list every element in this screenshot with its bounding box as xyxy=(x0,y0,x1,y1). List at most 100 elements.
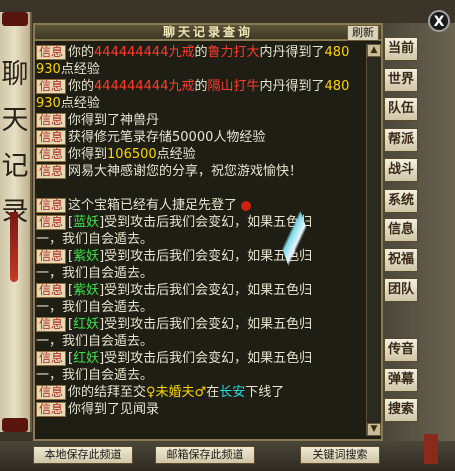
scroll-title: 聊天记录 xyxy=(1,59,29,228)
log-text: ]受到攻击后我们会变幻，如果五色归 xyxy=(99,283,313,298)
log-text: 紫妖 xyxy=(73,249,100,264)
log-text: 紫妖 xyxy=(73,283,100,298)
info-tag[interactable]: 信息 xyxy=(36,198,67,213)
chat-scrollbar[interactable]: ▲ ▼ xyxy=(366,44,381,436)
log-entry-continued: 一，我们自会遁去。 xyxy=(36,231,366,248)
log-entry: 信息 你得到106500点经验 xyxy=(36,146,366,163)
log-text: 480 xyxy=(324,79,350,94)
side-scroll-decoration: 聊天记录 xyxy=(0,12,32,432)
log-text: 一，我们自会遁去。 xyxy=(36,232,154,247)
log-text: 480 xyxy=(324,45,350,60)
log-entry: 信息 你的结拜至交♀未婚夫♂在长安下线了 xyxy=(36,384,366,401)
info-tag[interactable]: 信息 xyxy=(36,45,67,60)
log-entry: 信息 [红妖]受到攻击后我们会变幻，如果五色归 xyxy=(36,350,366,367)
info-tag[interactable]: 信息 xyxy=(36,147,67,162)
log-text: 的 xyxy=(194,45,208,60)
log-text: 长安 xyxy=(219,385,246,400)
keyword-search-button[interactable]: 关键词搜索 xyxy=(300,446,380,464)
log-text: 444444444九戒 xyxy=(94,45,195,60)
log-entry: 信息 [红妖]受到攻击后我们会变幻，如果五色归 xyxy=(36,316,366,333)
log-entry-continued: 930点经验 xyxy=(36,95,366,112)
channel-button[interactable]: 搜索 xyxy=(384,398,418,422)
chat-log: 信息 你的444444444九戒的鲁力打大内丹得到了480 930点经验 信息 你的44… xyxy=(36,44,366,436)
log-text: 在 xyxy=(206,385,220,400)
log-entry-continued: 930点经验 xyxy=(36,61,366,78)
log-text: 获得修元笔录存储50000人物经验 xyxy=(68,130,266,145)
log-text: 你得到了见闻录 xyxy=(68,402,160,417)
log-entry: 信息 [蓝妖]受到攻击后我们会变幻，如果五色归 xyxy=(36,214,366,231)
panel-header: 聊天记录查询 刷新 xyxy=(33,23,383,41)
log-entry: 信息 你得到了神兽丹 xyxy=(36,112,366,129)
channel-button[interactable]: 团队 xyxy=(384,278,418,302)
channel-button[interactable]: 祝福 xyxy=(384,248,418,272)
channel-button[interactable]: 世界 xyxy=(384,68,418,92)
log-entry: 信息 [紫妖]受到攻击后我们会变幻，如果五色归 xyxy=(36,282,366,299)
log-text: 106500 xyxy=(107,147,157,162)
log-text: 你的结拜至交 xyxy=(68,385,147,400)
log-entry: 信息 你得到了见闻录 xyxy=(36,401,366,418)
log-text: 你得到了神兽丹 xyxy=(68,113,160,128)
log-entry-continued: 一，我们自会遁去。 xyxy=(36,299,366,316)
info-tag[interactable]: 信息 xyxy=(36,317,67,332)
channel-button[interactable]: 帮派 xyxy=(384,128,418,152)
info-tag[interactable]: 信息 xyxy=(36,79,67,94)
log-text: 隔山打牛 xyxy=(207,79,260,94)
channel-button[interactable]: 弹幕 xyxy=(384,368,418,392)
scroll-rod-top xyxy=(2,12,28,26)
log-text: 内丹得到了 xyxy=(259,79,325,94)
log-text: 点经验 xyxy=(60,96,100,111)
log-text: 你的 xyxy=(68,79,95,94)
log-entry-continued: 一，我们自会遁去。 xyxy=(36,333,366,350)
close-button[interactable]: X xyxy=(428,10,450,32)
log-text: ]受到攻击后我们会变幻，如果五色归 xyxy=(99,351,313,366)
log-text: 444444444九戒 xyxy=(94,79,195,94)
refresh-button[interactable]: 刷新 xyxy=(347,25,379,41)
log-entry-continued: 一，我们自会遁去。 xyxy=(36,367,366,384)
info-tag[interactable]: 信息 xyxy=(36,130,67,145)
log-text: 点经验 xyxy=(156,147,196,162)
log-text: ]受到攻击后我们会变幻，如果五色归 xyxy=(99,249,313,264)
rose-icon xyxy=(241,200,252,211)
scroll-down-arrow-icon[interactable]: ▼ xyxy=(367,423,381,436)
info-tag[interactable]: 信息 xyxy=(36,113,67,128)
info-tag[interactable]: 信息 xyxy=(36,249,67,264)
log-text: 网易大神感谢您的分享，祝您游戏愉快！ xyxy=(68,164,303,179)
log-entry: 信息 你的444444444九戒的隔山打牛内丹得到了480 xyxy=(36,78,366,95)
info-tag[interactable]: 信息 xyxy=(36,385,67,400)
log-text: 红妖 xyxy=(73,317,100,332)
info-tag[interactable]: 信息 xyxy=(36,402,67,417)
log-text: 蓝妖 xyxy=(73,215,100,230)
log-text: 你的 xyxy=(68,45,95,60)
seal-decoration xyxy=(424,434,438,464)
info-tag[interactable]: 信息 xyxy=(36,164,67,179)
log-text: 930 xyxy=(36,62,61,77)
log-text: 一，我们自会遁去。 xyxy=(36,368,154,383)
log-text: 鲁力打大 xyxy=(207,45,260,60)
channel-button[interactable]: 队伍 xyxy=(384,97,418,121)
log-entry: 信息 你的444444444九戒的鲁力打大内丹得到了480 xyxy=(36,44,366,61)
window-title: 聊天记录查询 xyxy=(162,25,253,39)
scroll-rod-bottom xyxy=(2,418,28,432)
log-text: 一，我们自会遁去。 xyxy=(36,266,154,281)
info-tag[interactable]: 信息 xyxy=(36,215,67,230)
log-text: 一，我们自会遁去。 xyxy=(36,334,154,349)
save-local-button[interactable]: 本地保存此频道 xyxy=(33,446,133,464)
channel-button[interactable]: 系统 xyxy=(384,189,418,213)
channel-button[interactable]: 信息 xyxy=(384,218,418,242)
log-text: 点经验 xyxy=(60,62,100,77)
tassel-decoration xyxy=(10,212,18,282)
log-text: ]受到攻击后我们会变幻，如果五色归 xyxy=(99,317,313,332)
log-text: ♀未婚夫♂ xyxy=(146,385,207,400)
scroll-up-arrow-icon[interactable]: ▲ xyxy=(367,44,381,57)
info-tag[interactable]: 信息 xyxy=(36,283,67,298)
log-text: 这个宝箱已经有人捷足先登了 xyxy=(68,198,238,213)
channel-button[interactable]: 当前 xyxy=(384,37,418,61)
log-entry-continued: 一，我们自会遁去。 xyxy=(36,265,366,282)
info-tag[interactable]: 信息 xyxy=(36,351,67,366)
log-text: 下线了 xyxy=(245,385,285,400)
log-spacer xyxy=(36,180,366,197)
channel-button[interactable]: 战斗 xyxy=(384,158,418,182)
log-text: 内丹得到了 xyxy=(259,45,325,60)
channel-button[interactable]: 传音 xyxy=(384,338,418,362)
save-email-button[interactable]: 邮箱保存此频道 xyxy=(155,446,255,464)
